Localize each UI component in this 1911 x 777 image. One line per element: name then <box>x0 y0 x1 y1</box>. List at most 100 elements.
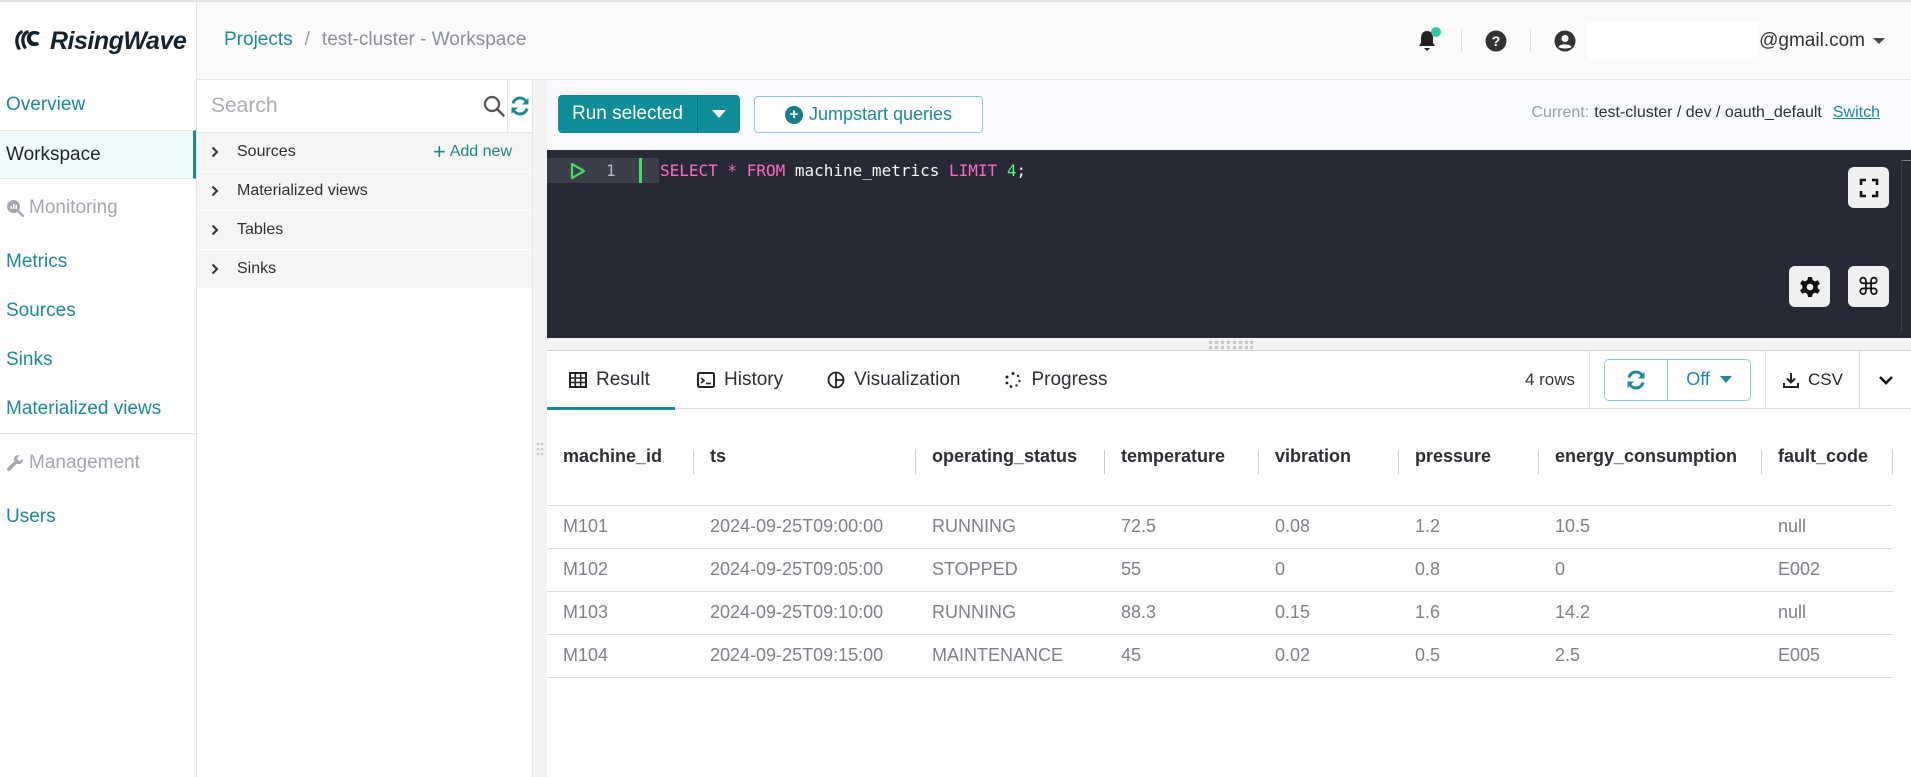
brand-logo[interactable]: RisingWave <box>0 2 197 80</box>
sidebar-item-label: Overview <box>6 94 86 115</box>
code-keyword: LIMIT <box>949 161 998 180</box>
sidebar-item-sinks[interactable]: Sinks <box>0 335 196 384</box>
table-cell: M103 <box>547 591 694 635</box>
breadcrumb-separator: / <box>304 29 310 50</box>
column-resize-handle[interactable] <box>1892 450 1893 474</box>
chevron-right-icon[interactable] <box>211 224 225 236</box>
svg-text:?: ? <box>1492 33 1501 49</box>
brand-name: RisingWave <box>50 26 187 55</box>
tree-item-materialized-views[interactable]: Materialized views <box>197 172 532 211</box>
refresh-icon <box>1627 369 1645 390</box>
editor-scrollbar[interactable] <box>1901 160 1911 332</box>
sql-editor[interactable]: 1 SELECT * FROM machine_metrics LIMIT 4;… <box>547 150 1911 338</box>
notifications-button[interactable] <box>1415 27 1442 53</box>
column-header[interactable]: pressure <box>1399 409 1539 506</box>
refresh-interval-select[interactable]: Off <box>1668 360 1750 400</box>
section-label: Monitoring <box>29 197 118 218</box>
pie-chart-icon <box>827 371 845 389</box>
code-number: 4 <box>1006 161 1017 180</box>
user-email[interactable]: @gmail.com <box>1759 30 1865 52</box>
search-button[interactable] <box>482 80 507 132</box>
sidebar-item-workspace[interactable]: Workspace <box>0 130 196 179</box>
tree-item-tables[interactable]: Tables <box>197 211 532 250</box>
panel-resize-handle[interactable] <box>533 80 547 777</box>
table-cell: 0.02 <box>1259 634 1399 678</box>
line-number: 1 <box>606 161 616 180</box>
table-cell: E005 <box>1762 634 1893 678</box>
column-header-label: operating_status <box>932 446 1078 467</box>
tab-progress[interactable]: Progress <box>982 351 1129 409</box>
chevron-down-icon <box>1878 375 1893 385</box>
tree-item-sources[interactable]: Sources + Add new <box>197 133 532 172</box>
context-label: Current: <box>1531 104 1590 121</box>
run-selected-button[interactable]: Run selected <box>558 95 698 133</box>
caret-down-icon[interactable] <box>1873 38 1885 44</box>
results-actions: 4 rows Off CSV <box>1525 351 1911 408</box>
keyboard-shortcuts-button[interactable]: ⌘ <box>1848 266 1889 307</box>
table-cell: 45 <box>1105 634 1259 678</box>
sidebar-item-materialized-views[interactable]: Materialized views <box>0 384 196 433</box>
user-avatar[interactable] <box>1553 29 1577 53</box>
switch-context-link[interactable]: Switch <box>1833 104 1880 122</box>
refresh-results-button[interactable] <box>1605 359 1669 400</box>
run-selected-split-button: Run selected <box>558 95 740 133</box>
sidebar-item-sources[interactable]: Sources <box>0 286 196 335</box>
header-actions: ? @gmail.com <box>1415 2 1911 80</box>
column-header[interactable]: ts <box>694 409 916 506</box>
spinner-dots-icon <box>1005 372 1022 388</box>
breadcrumb-projects-link[interactable]: Projects <box>224 29 293 51</box>
fullscreen-button[interactable] <box>1848 167 1889 208</box>
tree-item-sinks[interactable]: Sinks <box>197 250 532 289</box>
table-cell: 55 <box>1105 548 1259 592</box>
collapse-results-button[interactable] <box>1859 351 1911 408</box>
export-csv-button[interactable]: CSV <box>1765 351 1859 408</box>
jumpstart-label: Jumpstart queries <box>808 104 953 124</box>
column-header[interactable]: temperature <box>1105 409 1259 506</box>
table-cell: 2024-09-25T09:00:00 <box>694 505 916 549</box>
table-row: M103 2024-09-25T09:10:00 RUNNING 88.3 0.… <box>547 591 1893 635</box>
header-divider <box>1461 30 1463 52</box>
chevron-right-icon[interactable] <box>211 263 225 275</box>
tab-result[interactable]: Result <box>547 351 675 410</box>
editor-settings-button[interactable] <box>1789 266 1830 307</box>
sidebar-item-overview[interactable]: Overview <box>0 80 196 130</box>
run-line-icon[interactable] <box>570 162 586 180</box>
column-header[interactable]: energy_consumption <box>1539 409 1762 506</box>
code-line[interactable]: SELECT * FROM machine_metrics LIMIT 4; <box>660 161 1026 180</box>
result-table: machine_id ts operating_status temperatu… <box>547 409 1893 678</box>
table-cell: MAINTENANCE <box>916 634 1105 678</box>
column-header-label: machine_id <box>563 446 663 467</box>
sidebar-section-monitoring: Monitoring <box>0 179 196 237</box>
schema-refresh-button[interactable] <box>506 80 532 132</box>
tree-item-label: Sources <box>237 143 296 160</box>
sidebar-item-metrics[interactable]: Metrics <box>0 237 196 286</box>
query-toolbar: Run selected + Jumpstart queries Current… <box>547 80 1911 150</box>
column-header[interactable]: vibration <box>1259 409 1399 506</box>
add-new-label: Add new <box>449 143 512 160</box>
jumpstart-queries-button[interactable]: + Jumpstart queries <box>754 96 983 133</box>
add-new-button[interactable]: + Add new <box>433 141 512 163</box>
chevron-right-icon[interactable] <box>211 146 225 158</box>
app-header: RisingWave Projects / test-cluster - Wor… <box>0 2 1911 80</box>
sidebar-item-users[interactable]: Users <box>0 492 196 541</box>
fullscreen-icon <box>1859 178 1878 197</box>
table-cell: E002 <box>1762 548 1893 592</box>
editor-resize-handle[interactable] <box>547 338 1911 351</box>
schema-search-input[interactable] <box>197 80 482 132</box>
section-label: Management <box>29 452 140 473</box>
help-button[interactable]: ? <box>1484 29 1508 53</box>
terminal-icon <box>697 372 715 388</box>
column-header[interactable]: fault_code <box>1762 409 1893 506</box>
active-line-marker <box>639 158 642 183</box>
tab-visualization[interactable]: Visualization <box>805 351 982 409</box>
sidebar-item-label: Workspace <box>6 143 101 165</box>
column-header[interactable]: machine_id <box>547 409 694 506</box>
column-header-label: energy_consumption <box>1555 446 1738 467</box>
table-cell: null <box>1762 505 1893 549</box>
tab-history[interactable]: History <box>675 351 805 409</box>
run-options-button[interactable] <box>698 95 740 133</box>
table-header-row: machine_id ts operating_status temperatu… <box>547 409 1893 506</box>
chevron-right-icon[interactable] <box>211 185 225 197</box>
column-header[interactable]: operating_status <box>916 409 1105 506</box>
